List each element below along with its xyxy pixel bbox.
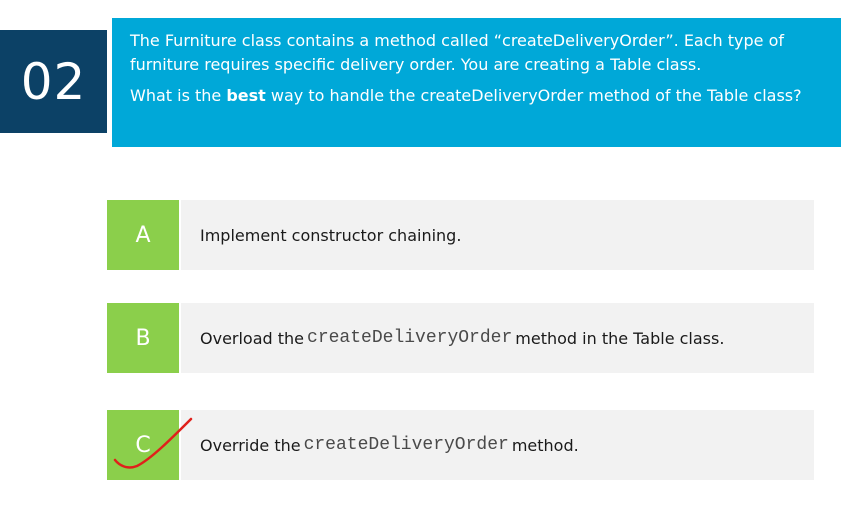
answer-text-b-end: method in the Table class. — [515, 328, 725, 348]
answer-c-method-name: createDeliveryOrder — [303, 435, 509, 455]
answer-letter-a[interactable]: A — [107, 200, 179, 270]
question-paragraph-1: The Furniture class contains a method ca… — [130, 31, 785, 74]
question-paragraph-2: What is the best way to handle the creat… — [130, 84, 821, 108]
answer-text-c[interactable]: Override the createDeliveryOrder method. — [181, 410, 814, 480]
answer-letter-a-label: A — [135, 222, 151, 248]
answer-text-c-start: Override the — [200, 435, 301, 455]
answer-option-c[interactable]: C Override the createDeliveryOrder metho… — [107, 410, 814, 480]
answer-text-b[interactable]: Overload the createDeliveryOrder method … — [181, 303, 814, 373]
answer-text-a[interactable]: Implement constructor chaining. — [181, 200, 814, 270]
answer-option-a[interactable]: A Implement constructor chaining. — [107, 200, 814, 270]
answer-text-b-start: Overload the — [200, 328, 305, 348]
answer-option-b[interactable]: B Overload the createDeliveryOrder metho… — [107, 303, 814, 373]
answer-letter-b-label: B — [135, 325, 151, 351]
answer-letter-c[interactable]: C — [107, 410, 179, 480]
answer-text-a-label: Implement constructor chaining. — [200, 225, 462, 245]
answer-b-method-name: createDeliveryOrder — [307, 328, 513, 348]
question-text-box: The Furniture class contains a method ca… — [112, 18, 841, 147]
question-emphasis: best — [226, 86, 266, 105]
answer-text-c-end: method. — [511, 435, 579, 455]
question-number: 02 — [0, 30, 107, 133]
answer-letter-c-label: C — [135, 432, 151, 458]
question-paragraph-2-start: What is the — [130, 86, 227, 105]
question-number-label: 02 — [20, 52, 87, 111]
question-paragraph-2-end: way to handle the createDeliveryOrder me… — [265, 86, 802, 105]
answer-letter-b[interactable]: B — [107, 303, 179, 373]
